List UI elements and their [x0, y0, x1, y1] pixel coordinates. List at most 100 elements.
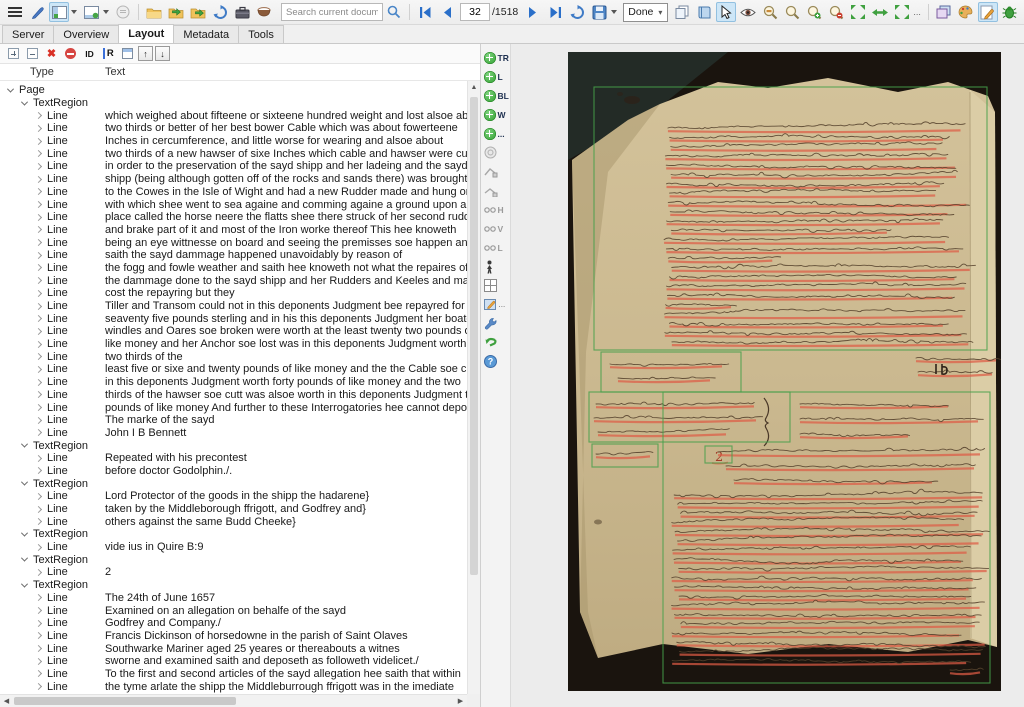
fit-width-icon[interactable] — [870, 2, 890, 22]
chevron-right-icon[interactable] — [35, 569, 42, 576]
zoom-in-icon[interactable] — [804, 2, 824, 22]
chevron-right-icon[interactable] — [35, 658, 42, 665]
edit-page-icon[interactable] — [978, 2, 998, 22]
chevron-right-icon[interactable] — [35, 594, 42, 601]
chevron-right-icon[interactable] — [35, 239, 42, 246]
notebook-icon[interactable] — [694, 2, 714, 22]
pointer-icon[interactable] — [716, 2, 736, 22]
tree-row[interactable]: Linebeing an eye wittnesse on board and … — [0, 236, 467, 249]
page-number-input[interactable] — [460, 3, 490, 21]
person-icon[interactable] — [481, 257, 511, 276]
tree-row[interactable]: LineSouthwarke Mariner aged 25 yeares or… — [0, 642, 467, 655]
tree-row[interactable]: Lineseaventy five pounds sterling and in… — [0, 312, 467, 325]
chevron-right-icon[interactable] — [35, 150, 42, 157]
document-viewer[interactable]: 2 — [511, 44, 1024, 707]
tree-row[interactable]: Lineothers against the same Budd Cheeke} — [0, 515, 467, 528]
fit-custom-icon[interactable] — [892, 2, 912, 22]
tree-row[interactable]: Linein order to the preservation of the … — [0, 160, 467, 173]
tree-row[interactable]: LineThe 24th of June 1657 — [0, 592, 467, 605]
chevron-right-icon[interactable] — [35, 379, 42, 386]
panel-view-icon[interactable] — [119, 46, 136, 62]
chevron-right-icon[interactable] — [35, 328, 42, 335]
scroll-left-icon[interactable]: ◀ — [0, 697, 13, 705]
tree-row[interactable]: Linebefore doctor Godolphin./. — [0, 465, 467, 478]
zoom-icon[interactable] — [782, 2, 802, 22]
column-header-text[interactable]: Text — [105, 66, 125, 78]
tree-row[interactable]: LineTiller and Transom could not in this… — [0, 300, 467, 313]
tab-tools[interactable]: Tools — [238, 25, 284, 43]
search-icon[interactable] — [384, 2, 404, 22]
tree-row[interactable]: LineLord Protector of the goods in the s… — [0, 490, 467, 503]
zoom-out-icon[interactable] — [826, 2, 846, 22]
chevron-right-icon[interactable] — [35, 302, 42, 309]
vertical-scroll-thumb[interactable] — [470, 97, 478, 575]
tree-row[interactable]: Line2 — [0, 566, 467, 579]
chevron-right-icon[interactable] — [35, 632, 42, 639]
tree-row[interactable]: Linetwo thirds of a new hawser of sixe I… — [0, 147, 467, 160]
chevron-right-icon[interactable] — [35, 607, 42, 614]
status-dropdown[interactable]: Done ▾ — [623, 3, 668, 22]
tree-row[interactable]: Linelike money and her Anchor soe lost w… — [0, 338, 467, 351]
chevron-right-icon[interactable] — [35, 404, 42, 411]
next-page-icon[interactable] — [523, 2, 543, 22]
scroll-right-icon[interactable]: ▶ — [454, 697, 467, 705]
horizontal-scroll-thumb[interactable] — [14, 697, 236, 705]
chevron-down-icon[interactable] — [21, 529, 28, 536]
import-folder-icon[interactable] — [166, 2, 186, 22]
tree-row[interactable]: LineTo the first and second articles of … — [0, 668, 467, 681]
expand-all-icon[interactable] — [5, 46, 22, 62]
manuscript-image[interactable]: 2 — [568, 52, 1001, 691]
chevron-right-icon[interactable] — [35, 391, 42, 398]
window-new-icon[interactable] — [81, 2, 101, 22]
tree-row[interactable]: Linethe dammage done to the sayd shipp a… — [0, 274, 467, 287]
chevron-right-icon[interactable] — [35, 645, 42, 652]
window-layout-dropdown-icon[interactable] — [71, 10, 77, 14]
fit-page-icon[interactable] — [848, 2, 868, 22]
tree-row[interactable]: Lineand brake part of it and most of the… — [0, 224, 467, 237]
tree-row[interactable]: Linesworne and examined saith and depose… — [0, 655, 467, 668]
tree-row[interactable]: TextRegion — [0, 477, 467, 490]
move-down-button[interactable]: ↓ — [155, 46, 170, 61]
tree-row[interactable]: TextRegion — [0, 553, 467, 566]
chevron-down-icon[interactable] — [21, 580, 28, 587]
chevron-right-icon[interactable] — [35, 467, 42, 474]
chevron-right-icon[interactable] — [35, 125, 42, 132]
tree-row[interactable]: Linetaken by the Middleborough ffrigott,… — [0, 503, 467, 516]
tree-vertical-scrollbar[interactable]: ▲ — [467, 81, 480, 694]
last-page-icon[interactable] — [545, 2, 565, 22]
menu-icon[interactable] — [5, 2, 25, 22]
coffee-cup-icon[interactable] — [254, 2, 274, 22]
save-dropdown-icon[interactable] — [611, 10, 617, 14]
chevron-right-icon[interactable] — [35, 214, 42, 221]
tree-row[interactable]: Linethe fogg and fowle weather and saith… — [0, 262, 467, 275]
id-icon[interactable]: ID — [81, 46, 98, 62]
tree-row[interactable]: Linevide ius in Quire B:9 — [0, 541, 467, 554]
tree-row[interactable]: Linesaith the sayd dammage happened unav… — [0, 249, 467, 262]
reading-order-icon[interactable]: R — [100, 46, 117, 62]
tree-row[interactable]: LineGodfrey and Company./ — [0, 617, 467, 630]
chevron-right-icon[interactable] — [35, 138, 42, 145]
add-bl-button[interactable]: BL — [481, 86, 511, 105]
reload-icon[interactable] — [567, 2, 587, 22]
tree-row[interactable]: Linewhich weighed about fifteene or sixt… — [0, 109, 467, 122]
pen-icon[interactable] — [27, 2, 47, 22]
edit-options-icon[interactable]: ... — [481, 295, 511, 314]
tree-row[interactable]: LineExamined on an allegation on behalfe… — [0, 604, 467, 617]
tree-row[interactable]: Page — [0, 84, 467, 97]
chevron-right-icon[interactable] — [35, 429, 42, 436]
open-folder-icon[interactable] — [144, 2, 164, 22]
chevron-right-icon[interactable] — [35, 505, 42, 512]
chevron-right-icon[interactable] — [35, 252, 42, 259]
tree-row[interactable]: Lineto the Cowes in the Isle of Wight an… — [0, 186, 467, 199]
tab-overview[interactable]: Overview — [53, 25, 119, 43]
scroll-up-icon[interactable]: ▲ — [468, 81, 480, 94]
previous-page-icon[interactable] — [437, 2, 457, 22]
chevron-down-icon[interactable] — [7, 85, 14, 92]
tree-row[interactable]: Linepounds of like money And further to … — [0, 401, 467, 414]
save-icon[interactable] — [589, 2, 609, 22]
chevron-right-icon[interactable] — [35, 290, 42, 297]
copy-icon[interactable] — [672, 2, 692, 22]
chevron-right-icon[interactable] — [35, 176, 42, 183]
tree-row[interactable]: Linethe tyme arlate the shipp the Middle… — [0, 680, 467, 693]
chevron-right-icon[interactable] — [35, 518, 42, 525]
